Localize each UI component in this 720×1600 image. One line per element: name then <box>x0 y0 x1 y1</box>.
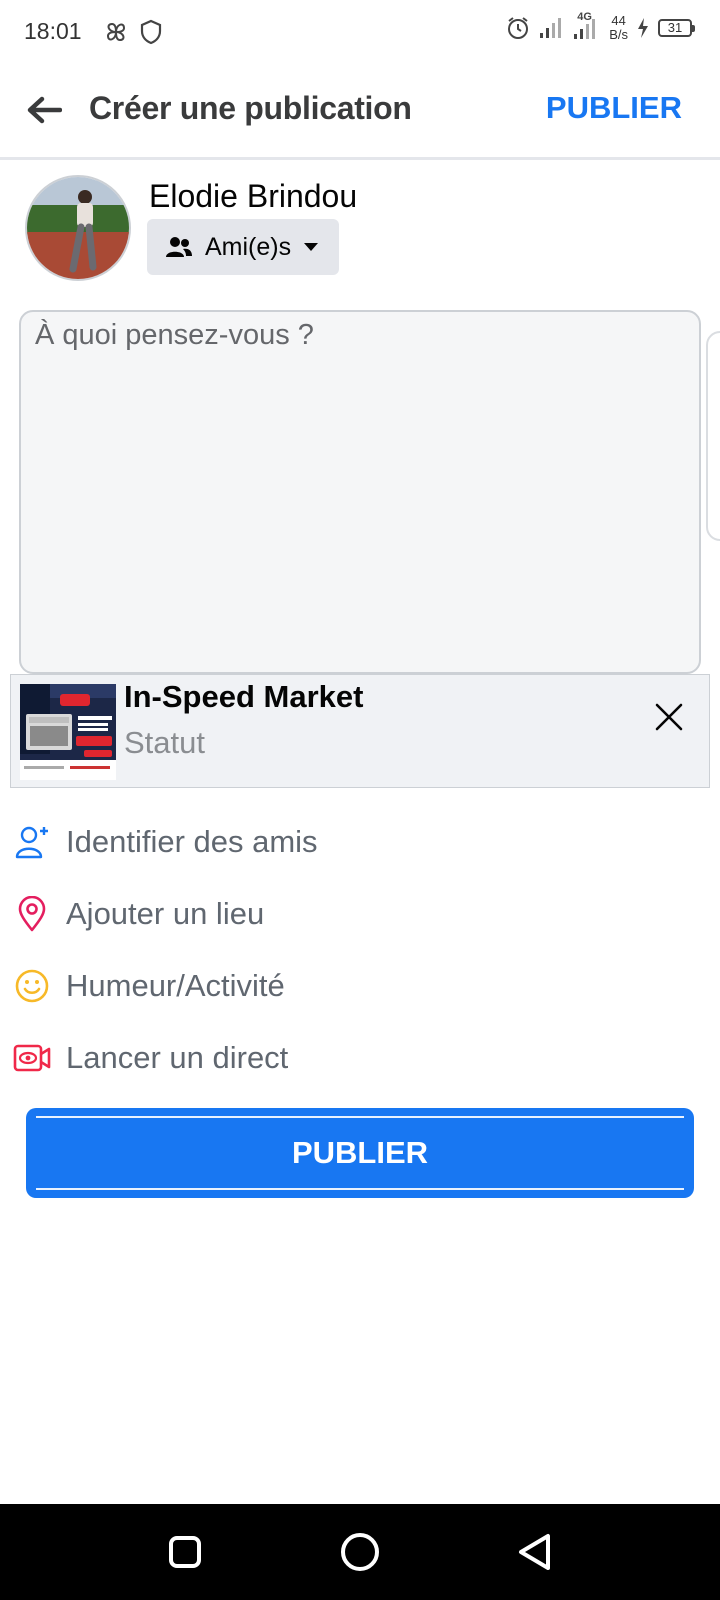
signal-4g-icon: 4G <box>573 11 601 41</box>
option-label: Identifier des amis <box>66 824 318 859</box>
author-name: Elodie Brindou <box>149 178 358 214</box>
location-pin-icon <box>12 894 52 934</box>
shared-thumbnail <box>20 684 116 780</box>
publish-button-label: PUBLIER <box>291 1135 429 1170</box>
app-header: Créer une publication PUBLIER <box>0 64 720 160</box>
network-speed: 44 B/s <box>609 14 628 42</box>
smiley-icon <box>12 966 52 1006</box>
charging-icon <box>638 18 648 38</box>
network-speed-value: 44 <box>611 13 626 28</box>
shared-content-card[interactable]: In-Speed Market Statut <box>10 674 710 788</box>
page-title: Créer une publication <box>89 90 412 126</box>
back-button[interactable] <box>22 88 66 132</box>
shared-title: In-Speed Market <box>124 679 364 714</box>
header-publish-button[interactable]: PUBLIER <box>546 90 682 126</box>
status-bar: 18:01 4G 44 B/s 31 <box>0 0 720 64</box>
status-right-icons: 4G 44 B/s 31 <box>505 11 695 42</box>
status-time: 18:01 <box>24 18 82 44</box>
option-mood-activity[interactable]: Humeur/Activité <box>0 954 720 1018</box>
square-icon <box>169 1536 201 1568</box>
triangle-back-icon <box>519 1534 550 1570</box>
avatar-image <box>27 177 129 279</box>
back-nav-button[interactable] <box>514 1530 558 1574</box>
option-add-location[interactable]: Ajouter un lieu <box>0 882 720 946</box>
option-tag-friends[interactable]: Identifier des amis <box>0 810 720 874</box>
live-video-icon <box>12 1038 52 1078</box>
close-icon <box>655 703 683 731</box>
pinwheel-icon <box>106 22 126 42</box>
shield-icon <box>140 19 162 45</box>
avatar[interactable] <box>25 175 131 281</box>
shared-subtitle: Statut <box>124 725 205 760</box>
signal-icon <box>540 18 562 38</box>
caret-down-icon <box>304 243 319 251</box>
option-label: Ajouter un lieu <box>66 896 265 931</box>
option-go-live[interactable]: Lancer un direct <box>0 1026 720 1090</box>
arrow-left-icon <box>27 96 62 124</box>
alarm-icon <box>508 17 529 39</box>
audience-label: Ami(e)s <box>205 232 292 261</box>
remove-attachment-button[interactable] <box>649 697 689 737</box>
tag-friends-icon <box>12 822 52 862</box>
status-left-icons <box>102 18 164 46</box>
home-button[interactable] <box>338 1530 382 1574</box>
battery-icon: 31 <box>658 19 695 37</box>
battery-level: 31 <box>667 20 683 35</box>
network-speed-unit: B/s <box>609 27 628 42</box>
system-nav-bar <box>0 1504 720 1600</box>
option-label: Humeur/Activité <box>66 968 285 1003</box>
publish-button[interactable]: PUBLIER <box>26 1108 694 1198</box>
side-panel-edge[interactable] <box>706 331 720 541</box>
friends-icon <box>166 237 192 257</box>
recents-button[interactable] <box>163 1530 207 1574</box>
circle-icon <box>341 1533 379 1571</box>
option-label: Lancer un direct <box>66 1040 289 1075</box>
compose-input[interactable] <box>19 310 701 674</box>
audience-selector[interactable]: Ami(e)s <box>147 219 339 275</box>
